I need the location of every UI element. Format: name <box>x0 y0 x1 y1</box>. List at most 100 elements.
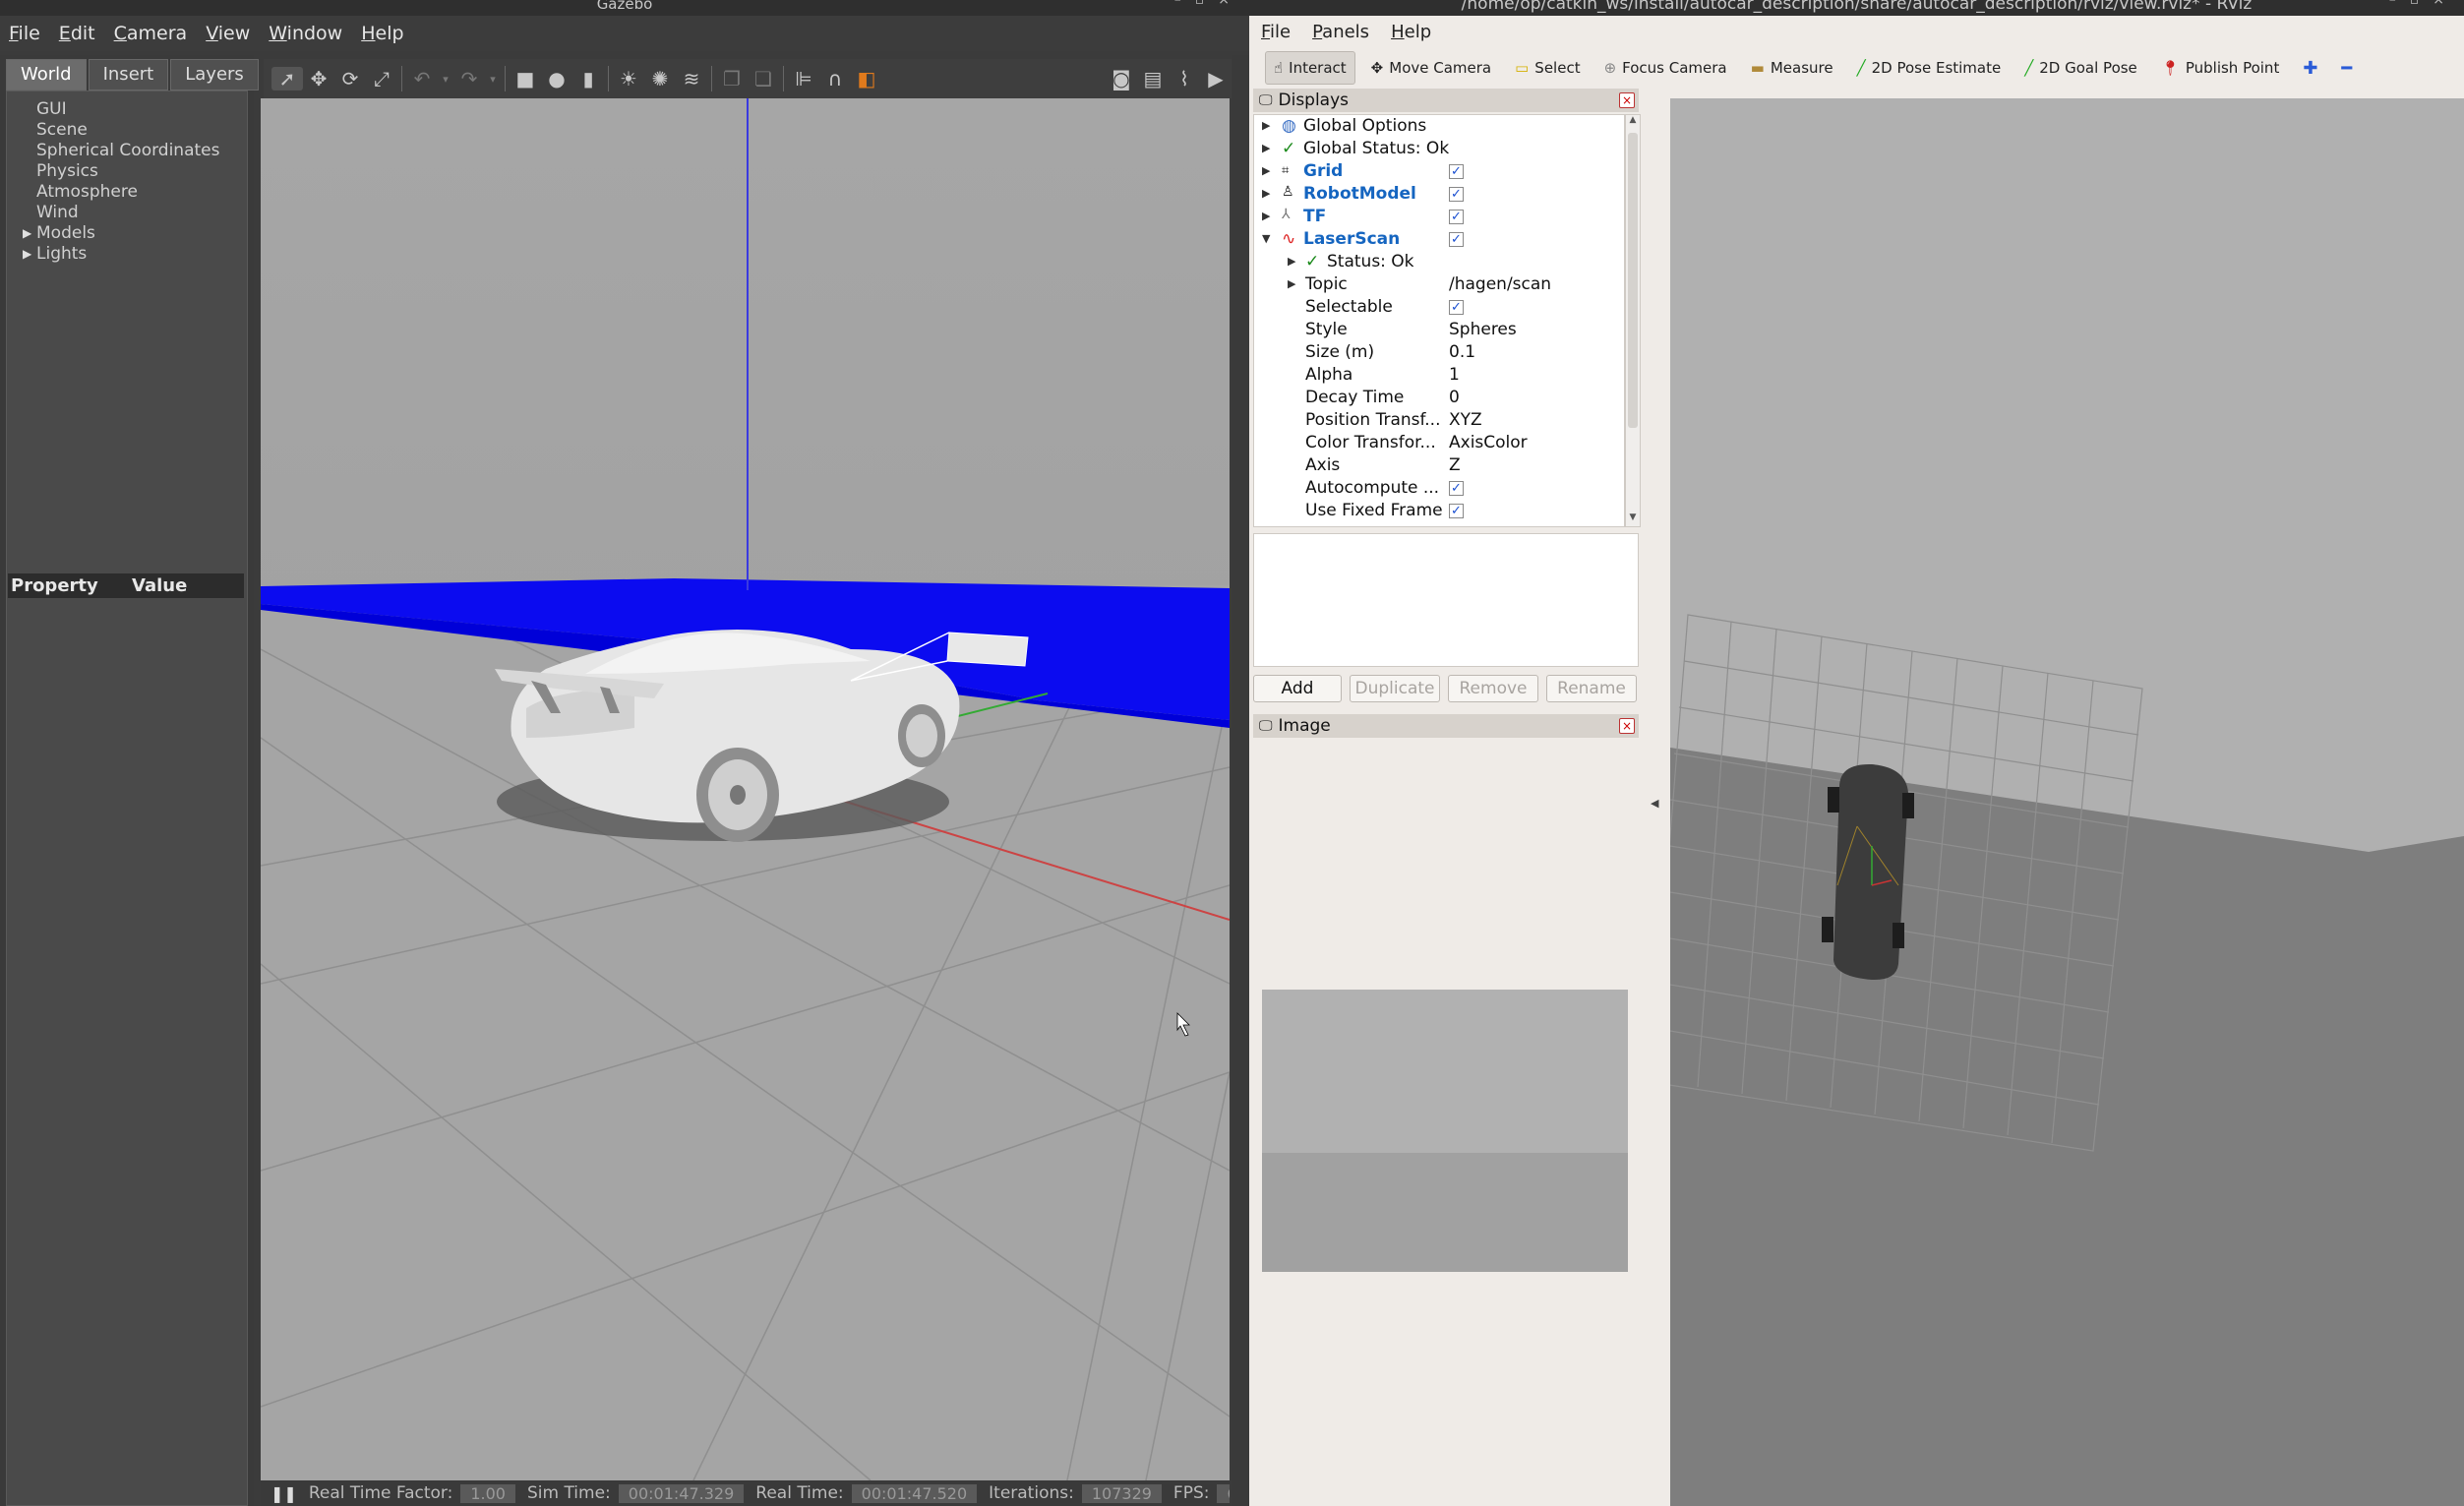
prop-value[interactable]: 0.1 <box>1449 342 1475 362</box>
tool-2d-pose-estimate[interactable]: ╱ 2D Pose Estimate <box>1849 51 2010 85</box>
enabled-checkbox[interactable]: ✓ <box>1449 164 1464 179</box>
expand-arrow-icon[interactable]: ▶ <box>1262 119 1270 132</box>
prop-value[interactable]: 0 <box>1449 388 1460 407</box>
tool-interact[interactable]: ☝ Interact <box>1265 51 1355 85</box>
expand-arrow-icon[interactable]: ▶ <box>23 226 31 240</box>
directional-light-icon[interactable]: ≋ <box>676 67 707 90</box>
prop-autocompute[interactable]: Autocompute ... ✓ <box>1254 477 1624 500</box>
window-controls[interactable]: –▫× <box>1174 0 1243 7</box>
selectable-checkbox[interactable]: ✓ <box>1449 300 1464 315</box>
display-global-status[interactable]: ▶ ✓ Global Status: Ok <box>1254 138 1624 160</box>
menu-camera[interactable]: Camera <box>105 23 198 44</box>
prop-selectable[interactable]: Selectable ✓ <box>1254 296 1624 319</box>
redo-dropdown-icon[interactable]: ▾ <box>485 73 501 86</box>
align-icon[interactable]: ⊫ <box>788 67 819 90</box>
prop-decay-time[interactable]: Decay Time 0 <box>1254 387 1624 409</box>
menu-window[interactable]: Window <box>260 23 352 44</box>
tool-measure[interactable]: ▬ Measure <box>1743 51 1841 85</box>
tool-2d-goal-pose[interactable]: ╱ 2D Goal Pose <box>2016 51 2145 85</box>
world-item-lights[interactable]: Lights <box>36 244 87 264</box>
snap-icon[interactable]: ∩ <box>819 67 851 90</box>
prop-use-fixed-frame[interactable]: Use Fixed Frame ✓ <box>1254 500 1624 522</box>
world-item-spherical-coordinates[interactable]: Spherical Coordinates <box>36 141 219 160</box>
copy-icon[interactable]: ❐ <box>716 67 748 90</box>
cylinder-shape-icon[interactable]: ▮ <box>572 67 604 90</box>
prop-size[interactable]: Size (m) 0.1 <box>1254 341 1624 364</box>
scroll-up-icon[interactable]: ▲ <box>1626 115 1640 129</box>
scale-mode-icon[interactable]: ⤢ <box>366 67 397 90</box>
add-tool-button[interactable]: ✚ <box>2295 51 2325 85</box>
rviz-3d-view[interactable] <box>1670 98 2464 1506</box>
collapse-left-icon[interactable]: ◀ <box>1651 797 1658 810</box>
remove-button[interactable]: Remove <box>1448 675 1538 702</box>
expand-arrow-icon[interactable]: ▶ <box>1262 142 1270 154</box>
display-grid[interactable]: ▶ ⌗ Grid ✓ <box>1254 160 1624 183</box>
enabled-checkbox[interactable]: ✓ <box>1449 210 1464 224</box>
sphere-shape-icon[interactable]: ● <box>541 67 572 90</box>
box-shape-icon[interactable]: ■ <box>510 67 541 90</box>
undo-dropdown-icon[interactable]: ▾ <box>438 73 453 86</box>
select-mode-icon[interactable]: ➚ <box>271 67 303 90</box>
expand-arrow-icon[interactable]: ▶ <box>1262 164 1270 177</box>
prop-value[interactable]: AxisColor <box>1449 433 1528 452</box>
world-item-scene[interactable]: Scene <box>36 120 88 140</box>
prop-value[interactable]: Spheres <box>1449 320 1517 339</box>
enabled-checkbox[interactable]: ✓ <box>1449 232 1464 247</box>
tool-publish-point[interactable]: 📍︎ Publish Point <box>2153 51 2288 85</box>
change-view-icon[interactable]: ◧ <box>851 67 882 90</box>
expand-arrow-icon[interactable]: ▶ <box>1262 187 1270 200</box>
tool-select[interactable]: ▭ Select <box>1507 51 1588 85</box>
world-item-models[interactable]: Models <box>36 223 95 243</box>
tab-layers[interactable]: Layers <box>170 59 259 90</box>
menu-help[interactable]: Help <box>1391 22 1431 42</box>
menu-file[interactable]: File <box>1261 22 1291 42</box>
displays-scrollbar[interactable]: ▲ ▼ <box>1625 114 1641 527</box>
menu-panels[interactable]: Panels <box>1312 22 1369 42</box>
use-fixed-frame-checkbox[interactable]: ✓ <box>1449 504 1464 518</box>
prop-style[interactable]: Style Spheres <box>1254 319 1624 341</box>
tool-focus-camera[interactable]: ⊕ Focus Camera <box>1596 51 1735 85</box>
display-laserscan[interactable]: ▼ ∿ LaserScan ✓ <box>1254 228 1624 251</box>
tab-insert[interactable]: Insert <box>88 59 169 90</box>
gazebo-right-splitter[interactable] <box>1232 55 1249 1506</box>
display-tf[interactable]: ▶ ⅄ TF ✓ <box>1254 206 1624 228</box>
laserscan-status[interactable]: ▶ ✓ Status: Ok <box>1254 251 1624 273</box>
prop-alpha[interactable]: Alpha 1 <box>1254 364 1624 387</box>
close-icon[interactable]: × <box>1619 718 1635 734</box>
menu-view[interactable]: View <box>197 23 260 44</box>
rotate-mode-icon[interactable]: ⟳ <box>334 67 366 90</box>
remove-tool-button[interactable]: ━ <box>2333 51 2360 85</box>
prop-position-transformer[interactable]: Position Transf... XYZ <box>1254 409 1624 432</box>
prop-topic[interactable]: ▶ Topic /hagen/scan <box>1254 273 1624 296</box>
prop-value[interactable]: /hagen/scan <box>1449 274 1551 294</box>
menu-file[interactable]: File <box>0 23 50 44</box>
scroll-down-icon[interactable]: ▼ <box>1626 512 1640 526</box>
expand-arrow-icon[interactable]: ▶ <box>1288 255 1295 268</box>
paste-icon[interactable]: ❏ <box>748 67 779 90</box>
prop-value[interactable]: XYZ <box>1449 410 1482 430</box>
spot-light-icon[interactable]: ✺ <box>644 67 676 90</box>
prop-value[interactable]: Z <box>1449 455 1461 475</box>
world-item-gui[interactable]: GUI <box>36 99 67 119</box>
screenshot-icon[interactable]: ◙ <box>1106 67 1137 90</box>
tool-move-camera[interactable]: ✥ Move Camera <box>1363 51 1499 85</box>
world-item-wind[interactable]: Wind <box>36 203 79 222</box>
world-item-physics[interactable]: Physics <box>36 161 98 181</box>
display-global-options[interactable]: ▶ ◍ Global Options <box>1254 115 1624 138</box>
autocompute-checkbox[interactable]: ✓ <box>1449 481 1464 496</box>
scroll-thumb[interactable] <box>1628 133 1638 428</box>
menu-edit[interactable]: Edit <box>50 23 105 44</box>
world-item-atmosphere[interactable]: Atmosphere <box>36 182 138 202</box>
tab-world[interactable]: World <box>6 59 87 90</box>
point-light-icon[interactable]: ☀ <box>613 67 644 90</box>
prop-axis[interactable]: Axis Z <box>1254 454 1624 477</box>
expand-arrow-icon[interactable]: ▶ <box>23 247 31 261</box>
display-robotmodel[interactable]: ▶ ♙ RobotModel ✓ <box>1254 183 1624 206</box>
add-button[interactable]: Add <box>1253 675 1342 702</box>
duplicate-button[interactable]: Duplicate <box>1350 675 1440 702</box>
window-controls[interactable]: –▫× <box>2389 0 2458 7</box>
expand-arrow-icon[interactable]: ▶ <box>1288 277 1295 290</box>
panel-collapse-handle[interactable]: ◀ <box>1643 98 1666 1506</box>
prop-value[interactable]: 1 <box>1449 365 1460 385</box>
menu-help[interactable]: Help <box>352 23 413 44</box>
